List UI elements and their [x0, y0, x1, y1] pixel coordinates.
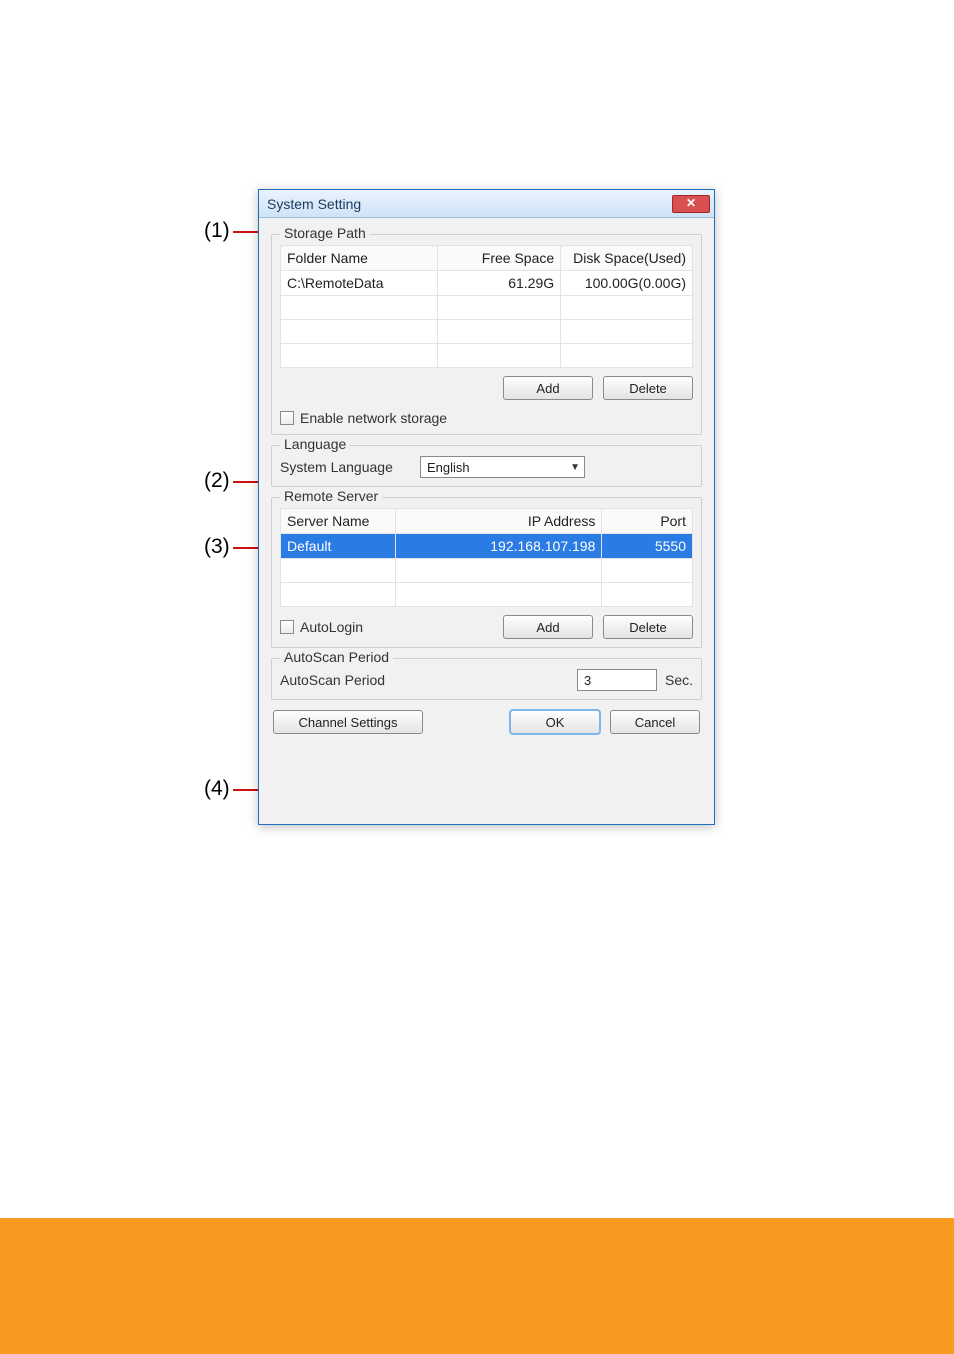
storage-row-empty[interactable] — [281, 344, 693, 368]
autoscan-label: AutoScan Period — [280, 672, 385, 688]
server-delete-button[interactable]: Delete — [603, 615, 693, 639]
storage-header-disk: Disk Space(Used) — [561, 246, 693, 271]
storage-row-empty[interactable] — [281, 320, 693, 344]
system-language-label: System Language — [280, 459, 410, 475]
storage-cell-folder: C:\RemoteData — [281, 271, 438, 296]
server-row-empty[interactable] — [281, 583, 693, 607]
titlebar: System Setting ✕ — [259, 190, 714, 218]
server-row[interactable]: Default 192.168.107.198 5550 — [281, 534, 693, 559]
storage-path-group: Storage Path Folder Name Free Space Disk… — [271, 234, 702, 435]
language-legend: Language — [280, 436, 350, 452]
autoscan-legend: AutoScan Period — [280, 649, 393, 665]
storage-delete-button[interactable]: Delete — [603, 376, 693, 400]
checkbox-box-icon — [280, 620, 294, 634]
storage-table[interactable]: Folder Name Free Space Disk Space(Used) … — [280, 245, 693, 368]
autoscan-group: AutoScan Period AutoScan Period 3 Sec. — [271, 658, 702, 700]
channel-settings-button[interactable]: Channel Settings — [273, 710, 423, 734]
callout-2: (2) — [204, 469, 230, 493]
autoscan-value: 3 — [584, 673, 591, 688]
storage-cell-free: 61.29G — [437, 271, 561, 296]
storage-add-button[interactable]: Add — [503, 376, 593, 400]
server-add-button[interactable]: Add — [503, 615, 593, 639]
cancel-button[interactable]: Cancel — [610, 710, 700, 734]
storage-header-free: Free Space — [437, 246, 561, 271]
callout-3: (3) — [204, 535, 230, 559]
ok-button[interactable]: OK — [510, 710, 600, 734]
server-table[interactable]: Server Name IP Address Port Default 192.… — [280, 508, 693, 607]
chevron-down-icon: ▼ — [570, 462, 580, 473]
system-language-select[interactable]: English ▼ — [420, 456, 585, 478]
callout-1: (1) — [204, 219, 230, 243]
server-cell-name: Default — [281, 534, 396, 559]
remote-server-legend: Remote Server — [280, 488, 382, 504]
close-button[interactable]: ✕ — [672, 195, 710, 213]
callout-4: (4) — [204, 777, 230, 801]
server-cell-port: 5550 — [602, 534, 693, 559]
remote-server-group: Remote Server Server Name IP Address Por… — [271, 497, 702, 648]
autoscan-unit: Sec. — [665, 672, 693, 688]
server-header-name: Server Name — [281, 509, 396, 534]
close-icon: ✕ — [686, 196, 696, 210]
storage-cell-disk: 100.00G(0.00G) — [561, 271, 693, 296]
storage-header-folder: Folder Name — [281, 246, 438, 271]
checkbox-box-icon — [280, 411, 294, 425]
storage-row[interactable]: C:\RemoteData 61.29G 100.00G(0.00G) — [281, 271, 693, 296]
window-title: System Setting — [267, 196, 361, 212]
server-header-port: Port — [602, 509, 693, 534]
storage-path-legend: Storage Path — [280, 225, 370, 241]
system-setting-dialog: System Setting ✕ Storage Path Folder Nam… — [258, 189, 715, 825]
enable-network-storage-checkbox[interactable]: Enable network storage — [280, 410, 693, 426]
autologin-label: AutoLogin — [300, 619, 363, 635]
autologin-checkbox[interactable]: AutoLogin — [280, 619, 363, 635]
server-header-ip: IP Address — [396, 509, 602, 534]
storage-row-empty[interactable] — [281, 296, 693, 320]
server-row-empty[interactable] — [281, 559, 693, 583]
language-group: Language System Language English ▼ — [271, 445, 702, 487]
enable-network-storage-label: Enable network storage — [300, 410, 447, 426]
footer-band — [0, 1218, 954, 1354]
autoscan-input[interactable]: 3 — [577, 669, 657, 691]
server-cell-ip: 192.168.107.198 — [396, 534, 602, 559]
system-language-value: English — [427, 460, 470, 475]
